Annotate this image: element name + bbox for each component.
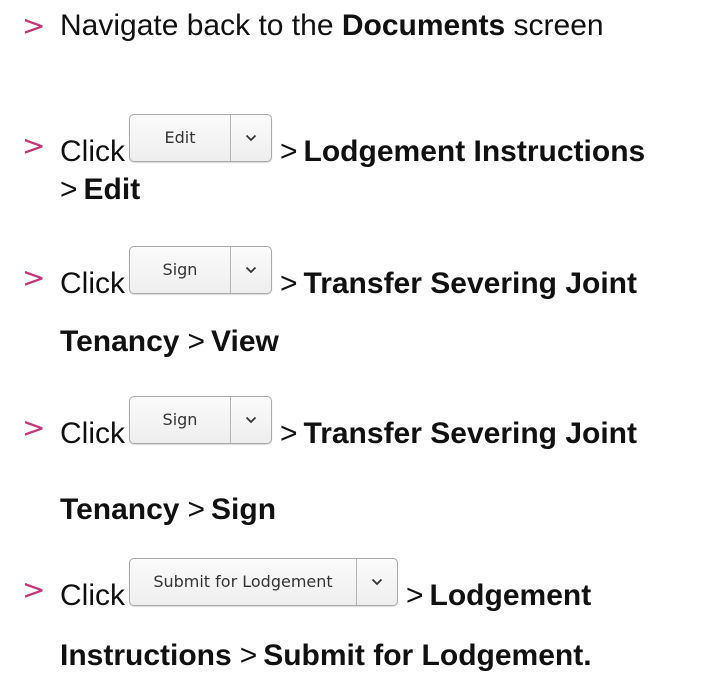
menu-path-item: View [211, 325, 279, 358]
sign-split-button[interactable]: Sign [129, 246, 272, 294]
step-bullet: > [22, 9, 46, 42]
chevron-down-icon[interactable] [231, 247, 271, 293]
click-text: Click [60, 417, 125, 450]
path-separator: > [187, 325, 206, 358]
path-separator: > [280, 417, 298, 450]
step-line: Navigate back to the Documents screen [60, 8, 604, 44]
step-line: Click Submit for Lodgement > Lodgement [60, 558, 592, 620]
path-separator: > [406, 579, 424, 612]
edit-split-button[interactable]: Edit [129, 114, 272, 162]
step-line: Click Sign > Transfer Severing Joint [60, 396, 637, 458]
menu-path-item: Transfer Severing Joint [303, 267, 637, 300]
documents-screen-label: Documents [341, 9, 506, 42]
menu-path-item: Lodgement [429, 579, 592, 612]
path-separator: > [60, 173, 78, 206]
click-text: Click [60, 579, 125, 612]
edit-button[interactable]: Edit [130, 115, 231, 161]
path-separator: > [187, 493, 206, 526]
menu-path-item: Instructions [60, 639, 232, 672]
step-line: Tenancy > Sign [60, 492, 276, 528]
step-text: screen [505, 9, 604, 42]
chevron-down-icon[interactable] [357, 559, 397, 605]
path-separator: > [239, 639, 258, 672]
step-line: > Edit [60, 172, 140, 208]
menu-path-item: Tenancy [60, 493, 180, 526]
menu-path-item: Edit [83, 173, 141, 206]
path-separator: > [280, 135, 298, 168]
step-text: Navigate back to the [60, 9, 342, 42]
chevron-down-icon[interactable] [231, 397, 271, 443]
submit-for-lodgement-button[interactable]: Submit for Lodgement [130, 559, 357, 605]
step-line: Instructions > Submit for Lodgement. [60, 638, 592, 674]
step-line: Click Edit > Lodgement Instructions [60, 114, 646, 176]
submit-for-lodgement-split-button[interactable]: Submit for Lodgement [129, 558, 398, 606]
step-bullet: > [22, 261, 46, 294]
menu-path-item: Transfer Severing Joint [303, 417, 637, 450]
sign-split-button[interactable]: Sign [129, 396, 272, 444]
menu-path-item: Sign [211, 493, 277, 526]
step-bullet: > [22, 573, 46, 606]
sign-button[interactable]: Sign [130, 247, 231, 293]
step-line: Click Sign > Transfer Severing Joint [60, 246, 637, 308]
step-bullet: > [22, 129, 46, 162]
instruction-list: > Navigate back to the Documents screen … [0, 0, 711, 689]
click-text: Click [60, 267, 125, 300]
menu-path-item: Lodgement Instructions [303, 135, 646, 168]
path-separator: > [280, 267, 298, 300]
menu-path-item: Submit for Lodgement. [263, 639, 592, 672]
sign-button[interactable]: Sign [130, 397, 231, 443]
click-text: Click [60, 135, 125, 168]
step-bullet: > [22, 411, 46, 444]
menu-path-item: Tenancy [60, 325, 180, 358]
chevron-down-icon[interactable] [231, 115, 271, 161]
step-line: Tenancy > View [60, 324, 279, 360]
